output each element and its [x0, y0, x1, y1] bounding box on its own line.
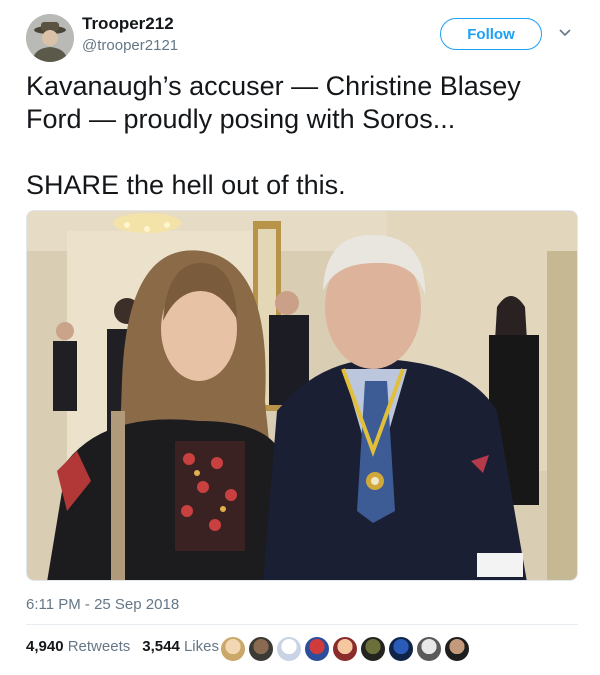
liker-avatar[interactable]	[388, 636, 414, 662]
liker-avatar[interactable]	[360, 636, 386, 662]
liker-avatar[interactable]	[332, 636, 358, 662]
likes-count: 3,544	[142, 638, 180, 655]
divider	[26, 624, 578, 625]
tweet-text: Kavanaugh’s accuser — Christine Blasey F…	[26, 71, 521, 200]
liker-avatar[interactable]	[416, 636, 442, 662]
retweets-label: Retweets	[67, 638, 131, 655]
follow-button[interactable]: Follow	[440, 18, 542, 50]
liker-avatar[interactable]	[444, 636, 470, 662]
chevron-down-icon[interactable]	[558, 26, 572, 40]
liker-avatar[interactable]	[276, 636, 302, 662]
avatar-image	[26, 14, 74, 62]
author-display-name[interactable]: Trooper212	[82, 14, 174, 34]
tweet-stats: 4,940 Retweets 3,544 Likes	[26, 638, 219, 655]
liker-avatars	[220, 636, 470, 662]
tweet-timestamp[interactable]: 6:11 PM - 25 Sep 2018	[26, 596, 179, 613]
liker-avatar[interactable]	[248, 636, 274, 662]
retweets-stat[interactable]: 4,940 Retweets	[26, 638, 130, 655]
liker-avatar[interactable]	[220, 636, 246, 662]
tweet-photo[interactable]	[26, 210, 578, 581]
likes-label: Likes	[183, 638, 219, 655]
author-handle[interactable]: @trooper2121	[82, 37, 178, 54]
author-avatar[interactable]	[26, 14, 74, 62]
liker-avatar[interactable]	[304, 636, 330, 662]
retweets-count: 4,940	[26, 638, 64, 655]
follow-button-label: Follow	[467, 25, 515, 43]
likes-stat[interactable]: 3,544 Likes	[142, 638, 219, 655]
photo-image	[27, 211, 577, 580]
